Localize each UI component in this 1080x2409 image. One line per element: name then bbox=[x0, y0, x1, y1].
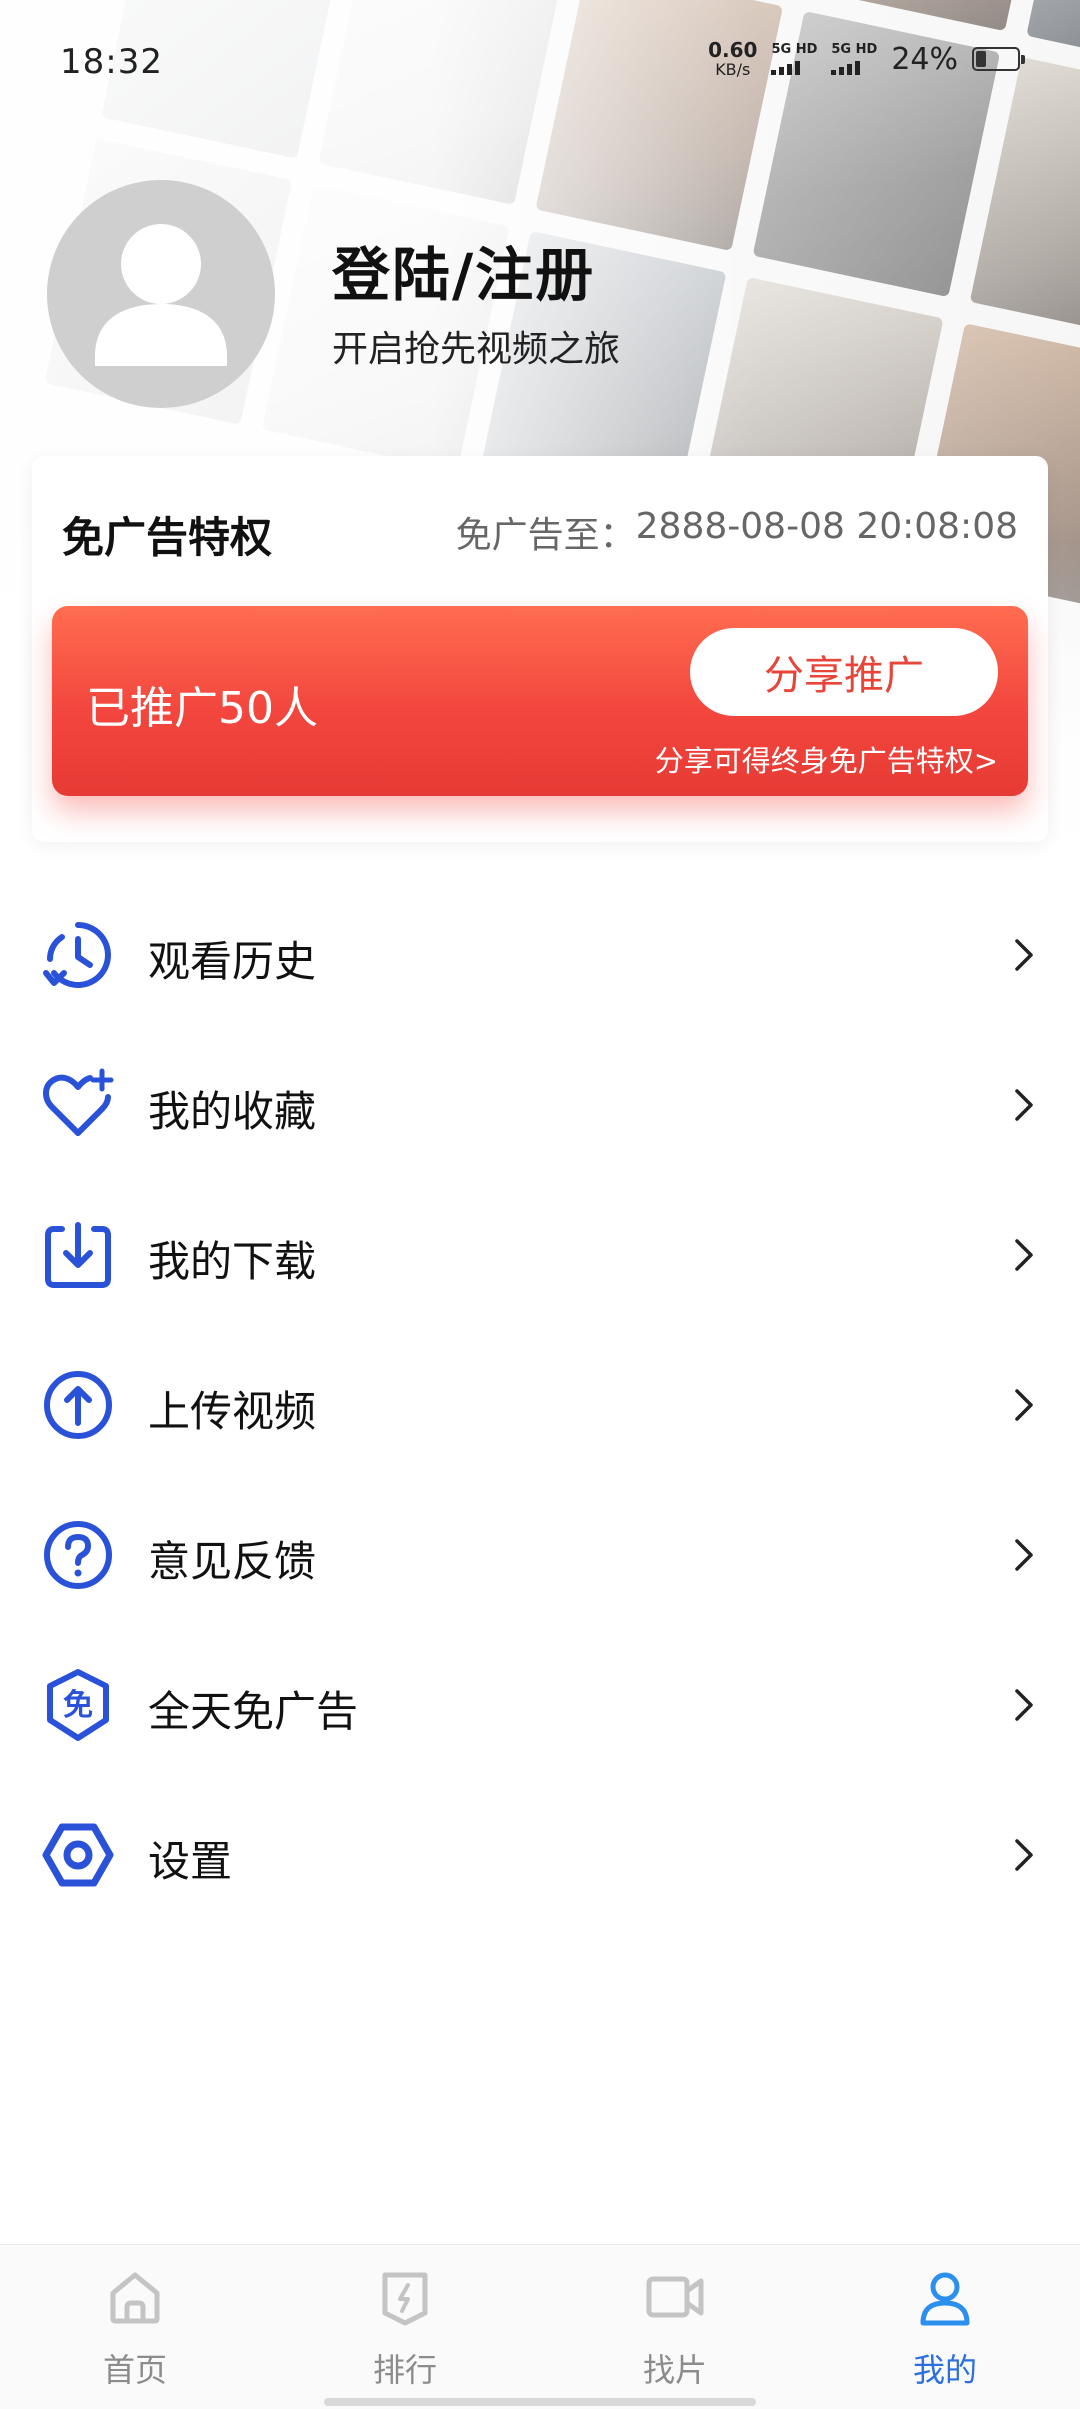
menu-item-upload[interactable]: 上传视频 bbox=[0, 1330, 1080, 1480]
menu-item-ad-free[interactable]: 免 全天免广告 bbox=[0, 1630, 1080, 1780]
download-icon bbox=[45, 1222, 111, 1288]
expiry-label: 免广告至： bbox=[455, 515, 636, 556]
menu-item-history[interactable]: 观看历史 bbox=[0, 880, 1080, 1030]
lifetime-ad-free-link[interactable]: 分享可得终身免广告特权> bbox=[655, 738, 998, 780]
menu-item-label: 全天免广告 bbox=[148, 1687, 359, 1736]
chevron-right-icon bbox=[1015, 1389, 1033, 1421]
bottom-navigation: 首页 排行 找片 我的 bbox=[0, 2244, 1080, 2409]
menu-item-label: 我的收藏 bbox=[148, 1087, 317, 1136]
menu-item-label: 我的下载 bbox=[148, 1237, 317, 1286]
nav-profile[interactable]: 我的 bbox=[810, 2245, 1080, 2409]
profile-icon bbox=[920, 2272, 970, 2326]
card-title: 免广告特权 bbox=[62, 513, 273, 562]
menu-item-label: 观看历史 bbox=[148, 937, 317, 986]
battery-level-fill bbox=[976, 51, 986, 67]
user-silhouette-icon bbox=[95, 224, 227, 366]
favorite-heart-icon bbox=[43, 1068, 114, 1136]
nav-ranking[interactable]: 排行 bbox=[270, 2245, 540, 2409]
upload-icon bbox=[44, 1371, 112, 1439]
promotion-banner: 已推广50人 分享推广 分享可得终身免广告特权> bbox=[52, 606, 1028, 796]
menu-item-label: 上传视频 bbox=[148, 1387, 317, 1436]
home-icon bbox=[110, 2272, 160, 2324]
menu-item-settings[interactable]: 设置 bbox=[0, 1780, 1080, 1930]
status-indicators: 0.60 KB/s 5G HD 5G HD 24% bbox=[708, 40, 1025, 78]
network-speed: 0.60 KB/s bbox=[708, 40, 757, 78]
network-speed-value: 0.60 bbox=[708, 38, 758, 62]
nav-label: 我的 bbox=[912, 2351, 977, 2389]
ad-free-icon-glyph: 免 bbox=[63, 1688, 93, 1723]
chevron-right-icon bbox=[1015, 1539, 1033, 1571]
promoted-count: 已推广50人 bbox=[86, 683, 318, 734]
menu-item-label: 设置 bbox=[148, 1837, 233, 1886]
avatar[interactable] bbox=[47, 180, 275, 408]
nav-find-video[interactable]: 找片 bbox=[540, 2245, 810, 2409]
menu-item-feedback[interactable]: 意见反馈 bbox=[0, 1480, 1080, 1630]
settings-hex-icon bbox=[42, 1823, 114, 1887]
login-register-title[interactable]: 登陆/注册 bbox=[332, 228, 595, 312]
status-bar: 18:32 0.60 KB/s 5G HD 5G HD 24% bbox=[0, 0, 1080, 120]
nav-label: 首页 bbox=[102, 2351, 167, 2389]
nav-label: 找片 bbox=[642, 2351, 707, 2389]
ad-free-privilege-card: 免广告特权 免广告至： 2888-08-08 20:08:08 已推广50人 分… bbox=[32, 456, 1048, 842]
chevron-right-icon bbox=[1015, 1839, 1033, 1871]
home-indicator[interactable] bbox=[324, 2398, 756, 2406]
nav-label: 排行 bbox=[372, 2351, 437, 2389]
ad-free-icon: 免 bbox=[47, 1669, 109, 1741]
nav-home[interactable]: 首页 bbox=[0, 2245, 270, 2409]
ranking-icon bbox=[382, 2272, 428, 2326]
history-icon bbox=[43, 922, 111, 988]
menu-item-downloads[interactable]: 我的下载 bbox=[0, 1180, 1080, 1330]
sim1-label: 5G HD bbox=[771, 42, 818, 57]
signal-sim1-icon: 5G HD bbox=[771, 43, 817, 75]
profile-subtitle: 开启抢先视频之旅 bbox=[332, 329, 621, 370]
status-time: 18:32 bbox=[60, 42, 163, 82]
chevron-right-icon bbox=[1015, 1239, 1033, 1271]
network-speed-unit: KB/s bbox=[715, 60, 751, 79]
chevron-right-icon bbox=[1015, 1089, 1033, 1121]
ad-free-expiry: 免广告至： 2888-08-08 20:08:08 bbox=[456, 506, 1018, 558]
chevron-right-icon bbox=[1015, 1689, 1033, 1721]
sim2-label: 5G HD bbox=[831, 42, 878, 57]
signal-sim2-icon: 5G HD bbox=[831, 43, 877, 75]
battery-icon bbox=[972, 47, 1025, 71]
battery-percent: 24% bbox=[891, 41, 958, 77]
chevron-right-icon bbox=[1015, 939, 1033, 971]
feedback-question-icon bbox=[44, 1521, 112, 1589]
find-video-icon bbox=[646, 2276, 704, 2318]
menu-item-label: 意见反馈 bbox=[148, 1537, 317, 1586]
share-promote-button[interactable]: 分享推广 bbox=[690, 628, 998, 716]
menu-item-favorites[interactable]: 我的收藏 bbox=[0, 1030, 1080, 1180]
expiry-value: 2888-08-08 20:08:08 bbox=[635, 506, 1018, 547]
